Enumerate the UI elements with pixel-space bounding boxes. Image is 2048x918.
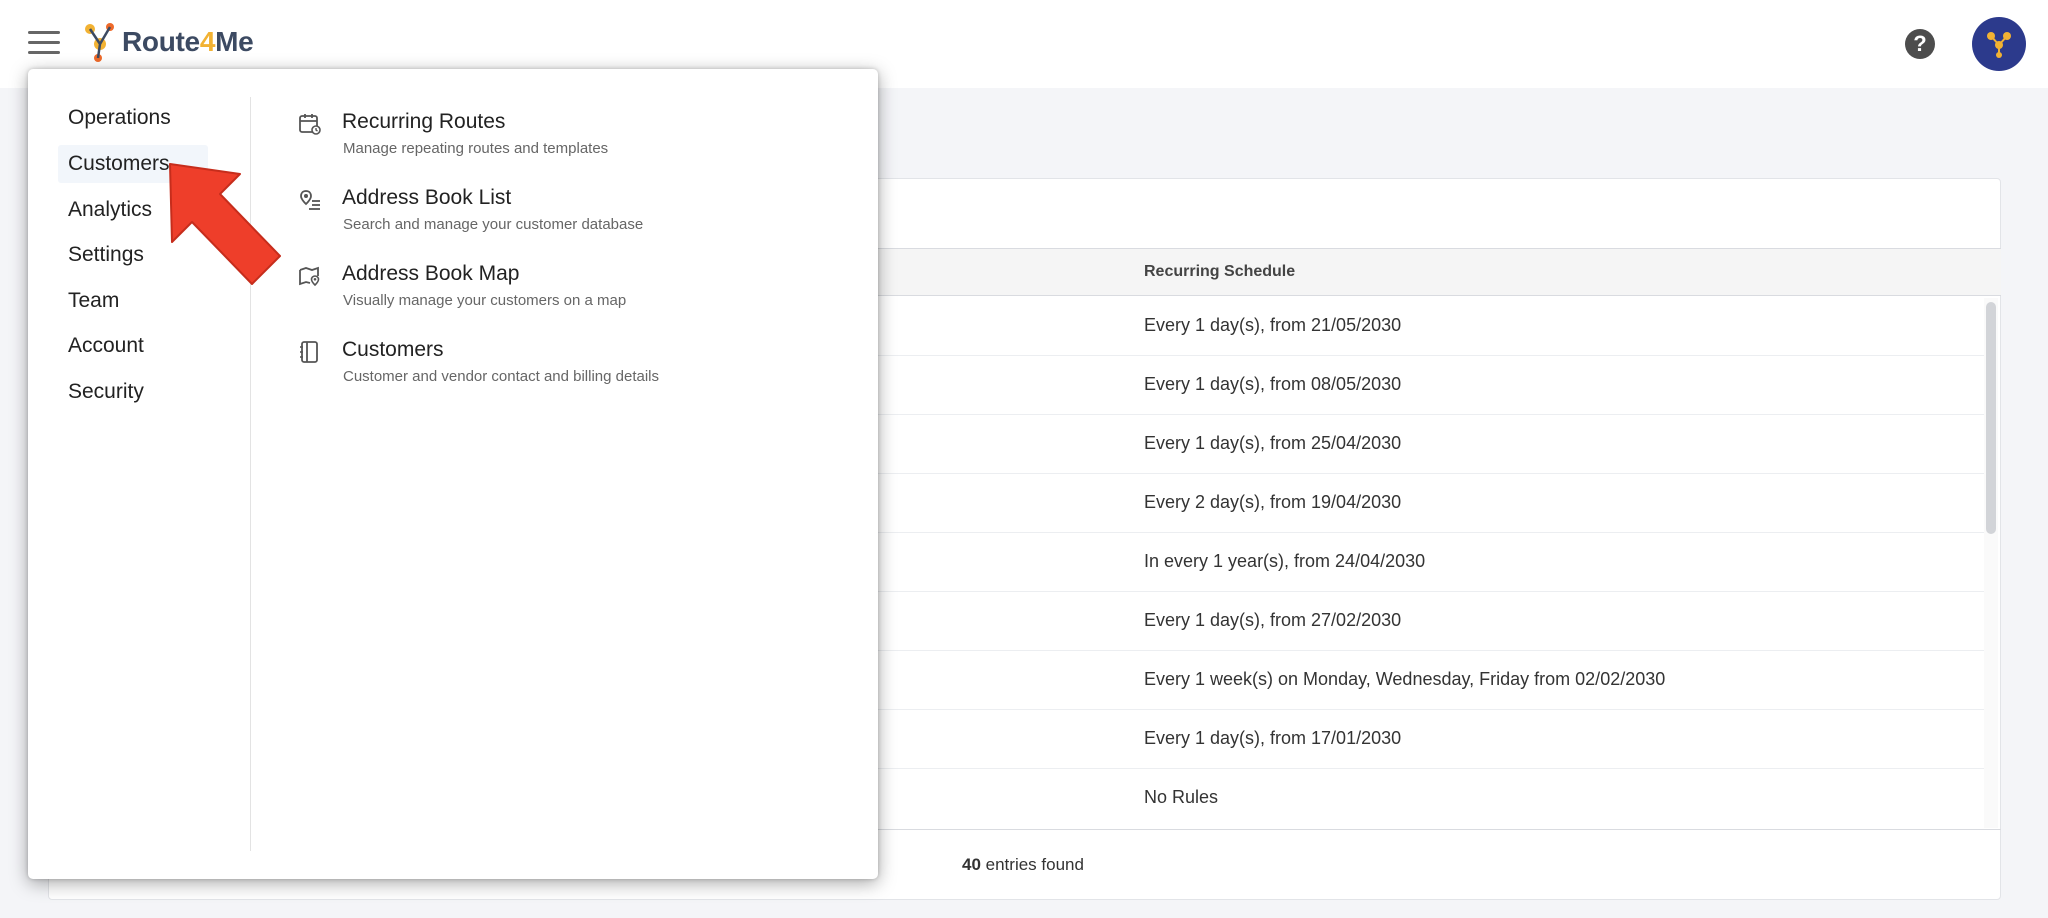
schedule-cell: Every 2 day(s), from 19/04/2030	[1144, 492, 1402, 512]
map-pin-icon	[299, 266, 320, 287]
menu-item-description: Customer and vendor contact and billing …	[343, 368, 660, 385]
menu-item-description: Manage repeating routes and templates	[343, 140, 609, 157]
route4me-avatar-icon	[1987, 32, 2011, 58]
menu-item-title: Address Book Map	[342, 262, 520, 285]
entries-found-label: 40 entries found	[962, 855, 1084, 874]
menu-category-security[interactable]: Security	[58, 373, 208, 411]
schedule-cell: Every 1 week(s) on Monday, Wednesday, Fr…	[1144, 669, 1666, 689]
menu-category-analytics[interactable]: Analytics	[58, 191, 208, 229]
route4me-logo[interactable]: Route4Me	[82, 20, 254, 64]
column-header-recurring-schedule[interactable]: Recurring Schedule	[1144, 263, 1295, 281]
table-row[interactable]: Every 1 day(s), from 08/05/2030	[858, 356, 1984, 415]
navigation-menu-panel: Operations Customers Analytics Settings …	[28, 69, 878, 879]
table-row[interactable]: Every 1 day(s), from 17/01/2030	[858, 710, 1984, 769]
route4me-logo-icon	[85, 23, 114, 62]
calendar-repeat-icon	[299, 114, 321, 135]
schedule-cell: Every 1 day(s), from 25/04/2030	[1144, 433, 1402, 453]
table-row[interactable]: In every 1 year(s), from 24/04/2030	[858, 533, 1984, 592]
menu-category-team[interactable]: Team	[58, 282, 208, 320]
table-row[interactable]: Every 1 week(s) on Monday, Wednesday, Fr…	[858, 651, 1984, 710]
logo-text: Route4Me	[122, 26, 254, 57]
table-row[interactable]: Every 1 day(s), from 27/02/2030	[858, 592, 1984, 651]
menu-item-address-book-list[interactable]: Address Book List Search and manage your…	[298, 186, 838, 246]
table-row[interactable]: Every 1 day(s), from 21/05/2030	[858, 297, 1984, 356]
table-row[interactable]: Every 2 day(s), from 19/04/2030	[858, 474, 1984, 533]
menu-item-description: Visually manage your customers on a map	[343, 292, 627, 309]
address-list-icon	[300, 190, 320, 210]
schedule-cell: Every 1 day(s), from 08/05/2030	[1144, 374, 1402, 394]
contact-book-icon	[300, 341, 318, 363]
menu-item-recurring-routes[interactable]: Recurring Routes Manage repeating routes…	[298, 110, 838, 170]
schedule-cell: Every 1 day(s), from 27/02/2030	[1144, 610, 1402, 630]
schedule-cell: Every 1 day(s), from 17/01/2030	[1144, 728, 1402, 748]
table-row[interactable]: Every 1 day(s), from 25/04/2030	[858, 415, 1984, 474]
menu-category-account[interactable]: Account	[58, 327, 208, 365]
help-icon[interactable]: ?	[1905, 29, 1935, 59]
menu-item-address-book-map[interactable]: Address Book Map Visually manage your cu…	[298, 262, 838, 322]
menu-category-settings[interactable]: Settings	[58, 236, 208, 274]
schedule-cell: Every 1 day(s), from 21/05/2030	[1144, 315, 1402, 335]
table-scrollbar-thumb[interactable]	[1986, 302, 1996, 534]
menu-item-customers[interactable]: Customers Customer and vendor contact an…	[298, 338, 838, 398]
schedule-cell: In every 1 year(s), from 24/04/2030	[1144, 551, 1426, 571]
avatar[interactable]	[1972, 17, 2026, 71]
hamburger-icon[interactable]	[28, 31, 60, 55]
menu-item-title: Customers	[342, 338, 444, 361]
menu-item-title: Recurring Routes	[342, 110, 506, 133]
menu-category-operations[interactable]: Operations	[58, 99, 208, 137]
schedule-cell: No Rules	[1144, 787, 1219, 807]
menu-item-title: Address Book List	[342, 186, 512, 209]
menu-item-description: Search and manage your customer database	[343, 216, 644, 233]
menu-divider	[250, 97, 251, 851]
menu-category-customers[interactable]: Customers	[58, 145, 208, 183]
table-row[interactable]: No Rules	[858, 769, 1984, 828]
